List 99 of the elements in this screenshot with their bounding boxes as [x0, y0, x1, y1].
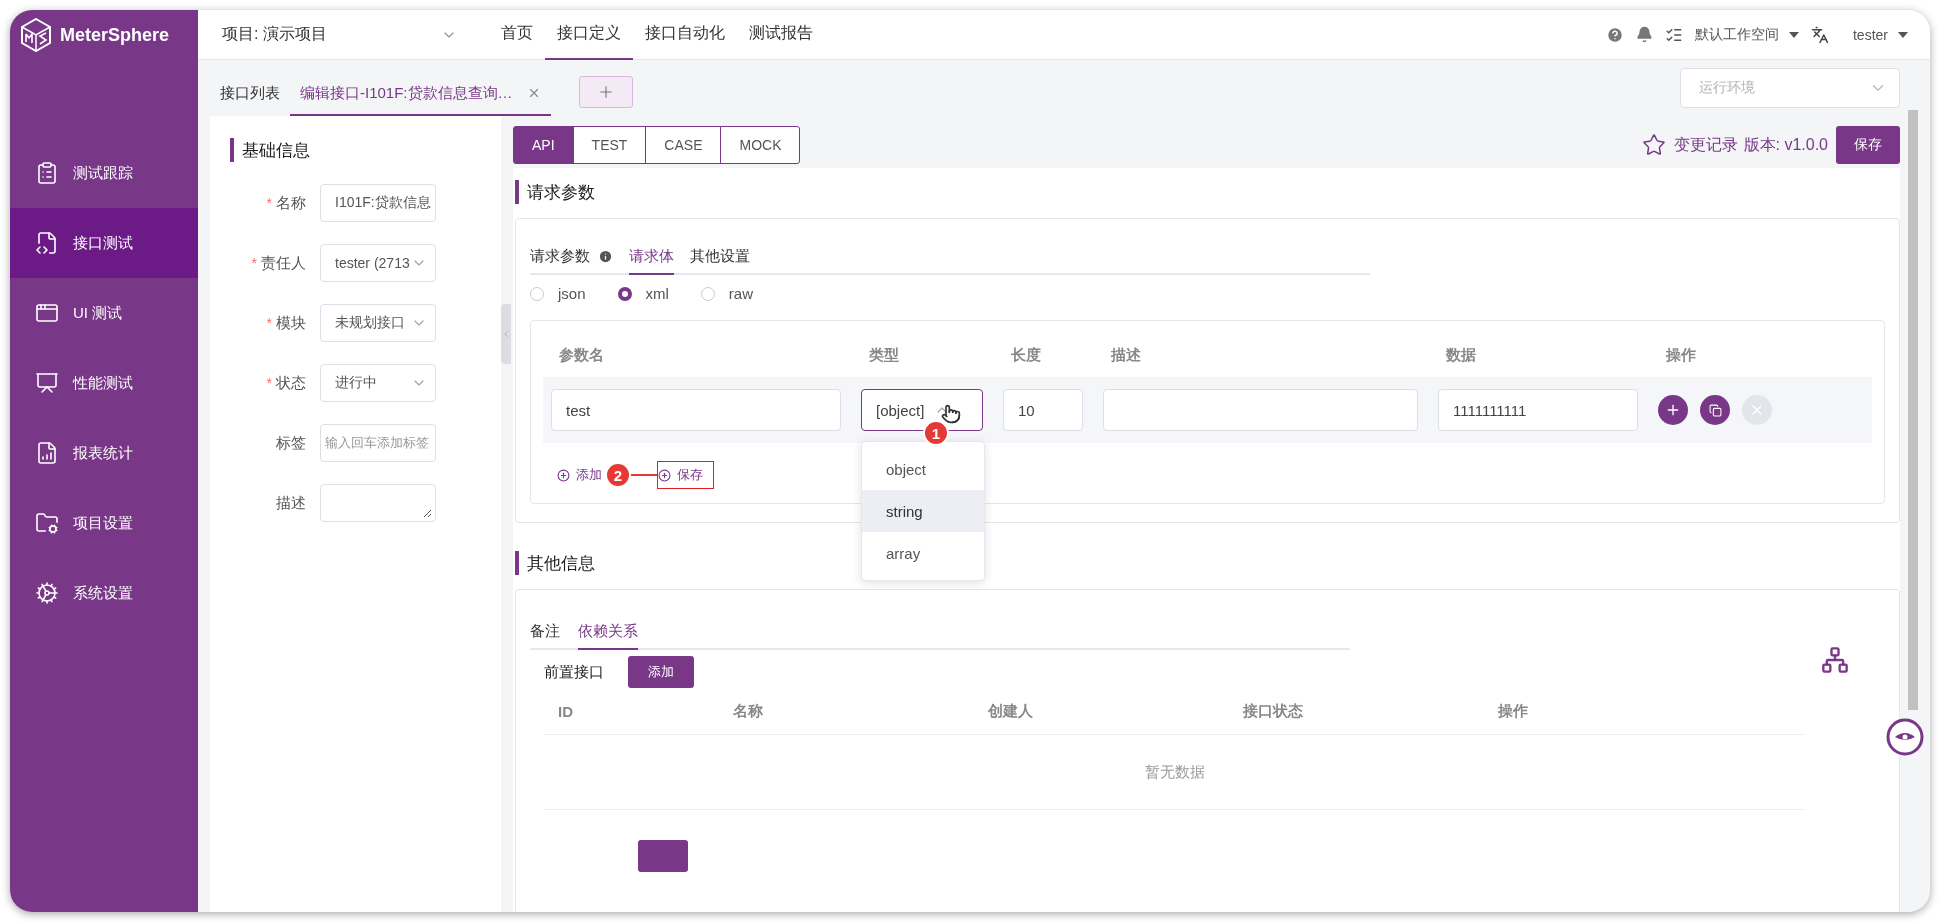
folder-gear-icon — [35, 511, 59, 535]
section-title: 请求参数 — [515, 180, 1900, 204]
empty-message: 暂无数据 — [1144, 762, 1205, 782]
collapse-handle[interactable] — [501, 304, 511, 364]
star-icon — [1641, 133, 1666, 157]
required-mark: * — [266, 375, 272, 391]
request-tab[interactable]: 其他设置 — [690, 239, 750, 275]
column-header: 创建人 — [988, 701, 1034, 721]
history-link[interactable]: 变更记录 — [1641, 133, 1738, 157]
copy-row-button[interactable] — [1700, 395, 1730, 425]
app-name: MeterSphere — [60, 24, 170, 46]
nav-tab[interactable]: 测试报告 — [737, 10, 825, 60]
column-header: 参数名 — [558, 345, 605, 365]
textarea-field[interactable] — [320, 484, 436, 522]
radio-icon[interactable] — [617, 286, 632, 301]
clipboard-icon — [35, 161, 59, 185]
dropdown-option[interactable]: array — [862, 532, 984, 574]
add-row-button[interactable] — [1658, 395, 1688, 425]
mode-tab[interactable]: API — [513, 126, 574, 164]
help-icon[interactable] — [1606, 25, 1624, 44]
input-field[interactable]: 1111111111 — [1438, 389, 1638, 431]
mode-tab[interactable]: MOCK — [720, 126, 801, 164]
project-select[interactable]: 项目: 演示项目 — [222, 24, 457, 45]
gear-icon — [35, 581, 59, 605]
sidebar-item[interactable]: 报表统计 — [10, 418, 198, 488]
window-icon — [35, 301, 59, 325]
field-label: 描述 — [276, 493, 306, 513]
sidebar-item[interactable]: 性能测试 — [10, 348, 198, 418]
field-label: 状态 — [276, 373, 306, 393]
select-field[interactable]: 进行中 — [320, 364, 436, 402]
format-radio[interactable]: xml — [617, 285, 669, 302]
sidebar-item[interactable]: 接口测试 — [10, 208, 198, 278]
add-link[interactable]: 添加 — [557, 466, 602, 484]
nav-tab[interactable]: 首页 — [489, 10, 545, 60]
format-radio[interactable]: json — [530, 285, 586, 302]
sitemap-icon[interactable] — [1821, 646, 1849, 674]
page-tab[interactable]: 接口列表 — [210, 72, 290, 116]
field-label: 标签 — [276, 433, 306, 453]
input-field[interactable] — [1103, 389, 1418, 431]
plus-circle-icon — [557, 468, 570, 482]
column-header: ID — [558, 702, 574, 720]
sidebar-item[interactable]: UI 测试 — [10, 278, 198, 348]
field-label: 责任人 — [261, 253, 306, 273]
mode-tab[interactable]: TEST — [572, 126, 647, 164]
info-icon — [598, 248, 613, 264]
request-tab[interactable]: 请求参数 — [530, 239, 613, 275]
required-mark: * — [266, 315, 272, 331]
plus-circle-icon — [658, 468, 671, 482]
sidebar-item[interactable]: 测试跟踪 — [10, 138, 198, 208]
required-mark: * — [251, 255, 257, 271]
bell-icon[interactable] — [1636, 26, 1653, 43]
column-header: 数据 — [1445, 345, 1477, 365]
select-field[interactable]: tester (2713 — [320, 244, 436, 282]
hand-cursor-icon — [941, 404, 961, 424]
column-header: 操作 — [1665, 345, 1697, 365]
sidebar-item[interactable]: 项目设置 — [10, 488, 198, 558]
mode-tab[interactable]: CASE — [645, 126, 722, 164]
column-header: 名称 — [733, 701, 764, 721]
input-field[interactable]: 10 — [1003, 389, 1083, 431]
language-icon[interactable] — [1811, 25, 1829, 44]
column-header: 描述 — [1110, 345, 1142, 365]
column-header: 接口状态 — [1243, 701, 1304, 721]
request-tab[interactable]: 请求体 — [629, 239, 674, 275]
resize-handle-icon[interactable] — [422, 508, 432, 518]
format-radio[interactable]: raw — [700, 285, 754, 302]
required-mark: * — [266, 195, 272, 211]
select-field[interactable]: 未规划接口 — [320, 304, 436, 342]
cube-logo-icon — [20, 18, 52, 52]
workspace-dropdown[interactable]: 默认工作空间 — [1695, 25, 1799, 44]
eye-icon[interactable] — [1886, 718, 1924, 756]
info-tab[interactable]: 备注 — [530, 614, 560, 650]
copy-icon — [1708, 403, 1722, 417]
field-label: 名称 — [276, 193, 306, 213]
column-header: 操作 — [1498, 701, 1529, 721]
dependency-label: 前置接口 — [544, 662, 604, 682]
leader-line — [631, 474, 657, 476]
sidebar-item[interactable]: 系统设置 — [10, 558, 198, 628]
add-button[interactable]: 添加 — [628, 656, 694, 688]
code-file-icon — [35, 231, 59, 255]
column-header: 类型 — [868, 345, 900, 365]
input-field[interactable]: test — [551, 389, 841, 431]
scrollbar[interactable] — [1908, 110, 1918, 710]
chart-board-icon — [35, 371, 59, 395]
field-label: 模块 — [276, 313, 306, 333]
section-title: 基础信息 — [230, 138, 501, 162]
report-icon — [35, 441, 59, 465]
save-button[interactable]: 保存 — [1836, 126, 1900, 164]
save-link[interactable]: 保存 — [657, 461, 714, 489]
dropdown-option[interactable]: string — [862, 490, 984, 532]
info-tab[interactable]: 依赖关系 — [578, 614, 638, 650]
input-field[interactable]: I101F:贷款信息 — [320, 184, 436, 222]
step-marker: 2 — [605, 462, 631, 488]
version-label: 版本: v1.0.0 — [1743, 134, 1828, 155]
nav-tab[interactable]: 接口定义 — [545, 10, 633, 60]
plus-icon — [1665, 402, 1681, 418]
nav-tab[interactable]: 接口自动化 — [633, 10, 737, 60]
column-header: 长度 — [1010, 345, 1042, 365]
user-dropdown[interactable]: tester — [1853, 26, 1908, 43]
dropdown-option[interactable]: object — [862, 448, 984, 490]
